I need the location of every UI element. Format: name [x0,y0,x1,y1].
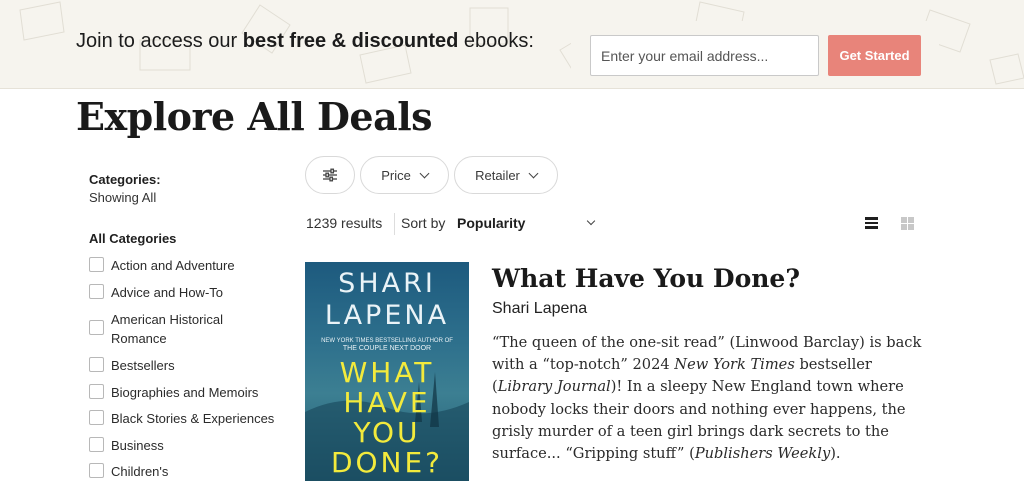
cover-title-line3: YOU [353,416,421,449]
category-checkbox[interactable] [89,410,104,425]
price-filter-label: Price [381,167,411,183]
category-label: Biographies and Memoirs [111,385,259,400]
category-checkbox[interactable] [89,357,104,372]
cover-author-last: LAPENA [324,300,450,331]
grid-view-icon[interactable] [901,217,914,230]
retailer-filter-label: Retailer [475,167,520,183]
category-label: American Historical Romance [111,312,223,346]
category-checkbox[interactable] [89,384,104,399]
categories-heading: Categories: [89,172,161,187]
category-checkbox[interactable] [89,257,104,272]
book-description: “The queen of the one-sit read” (Linwood… [492,332,932,465]
cover-tagline-line2: THE COUPLE NEXT DOOR [342,345,432,352]
banner-text-suffix: ebooks: [458,30,534,52]
results-toolbar: 1239 results Sort by Popularity [306,213,916,235]
category-label: Action and Adventure [111,258,235,273]
category-item[interactable]: Biographies and Memoirs [89,383,258,402]
price-filter-button[interactable]: Price [360,156,449,194]
category-checkbox[interactable] [89,284,104,299]
categories-showing: Showing All [89,190,157,205]
chevron-down-icon [528,168,539,178]
category-checkbox[interactable] [89,320,104,335]
book-author[interactable]: Shari Lapena [492,300,587,318]
category-label: Advice and How-To [111,285,223,300]
get-started-button[interactable]: Get Started [828,35,921,76]
category-label: Business [111,438,164,453]
category-label: Bestsellers [111,358,175,373]
banner-message: Join to access our best free & discounte… [76,28,536,54]
sort-label: Sort by [401,215,446,231]
cover-author-first: SHARI [338,268,436,299]
chevron-down-icon [419,168,430,178]
category-item[interactable]: Advice and How-To [89,283,223,302]
book-title[interactable]: What Have You Done? [492,264,800,293]
page-title: Explore All Deals [76,94,433,139]
category-item[interactable]: Children's [89,462,168,481]
all-categories-heading: All Categories [89,231,177,246]
cover-tagline-line1: NEW YORK TIMES BESTSELLING AUTHOR OF [321,338,453,344]
banner-text-prefix: Join to access our [76,30,243,52]
cover-tagline: NEW YORK TIMES BESTSELLING AUTHOR OF THE… [305,337,469,353]
category-checkbox[interactable] [89,437,104,452]
category-item[interactable]: Business [89,436,164,455]
cover-title-line4: DONE? [330,446,444,479]
cover-title-line2: HAVE [343,386,431,419]
category-label: Black Stories & Experiences [111,411,275,426]
banner-text-bold: best free & discounted [242,30,459,52]
email-input[interactable] [590,35,819,76]
category-item[interactable]: American Historical Romance [89,310,264,348]
book-cover[interactable]: SHARI LAPENA NEW YORK TIMES BESTSELLING … [305,262,469,481]
signup-form: Get Started [571,21,939,88]
category-checkbox[interactable] [89,463,104,478]
sort-dropdown[interactable]: Popularity [457,215,525,231]
desc-italic: Publishers Weekly [694,445,831,463]
promo-banner: Join to access our best free & discounte… [0,0,1024,89]
category-item[interactable]: Action and Adventure [89,256,235,275]
results-count: 1239 results [306,215,383,231]
sliders-icon [323,168,337,182]
filter-settings-button[interactable] [305,156,355,194]
category-sidebar: Categories: Showing All All Categories A… [89,172,289,479]
category-item[interactable]: Black Stories & Experiences [89,409,274,428]
desc-italic: New York Times [674,356,795,374]
desc-text: ). [830,445,841,463]
chevron-down-icon[interactable] [586,216,596,226]
toolbar-divider [394,213,395,235]
category-label: Children's [111,464,169,479]
list-view-icon[interactable] [865,217,878,229]
retailer-filter-button[interactable]: Retailer [454,156,558,194]
cover-title-line1: WHAT [339,356,435,389]
desc-italic: Library Journal [497,378,611,396]
category-item[interactable]: Bestsellers [89,356,175,375]
